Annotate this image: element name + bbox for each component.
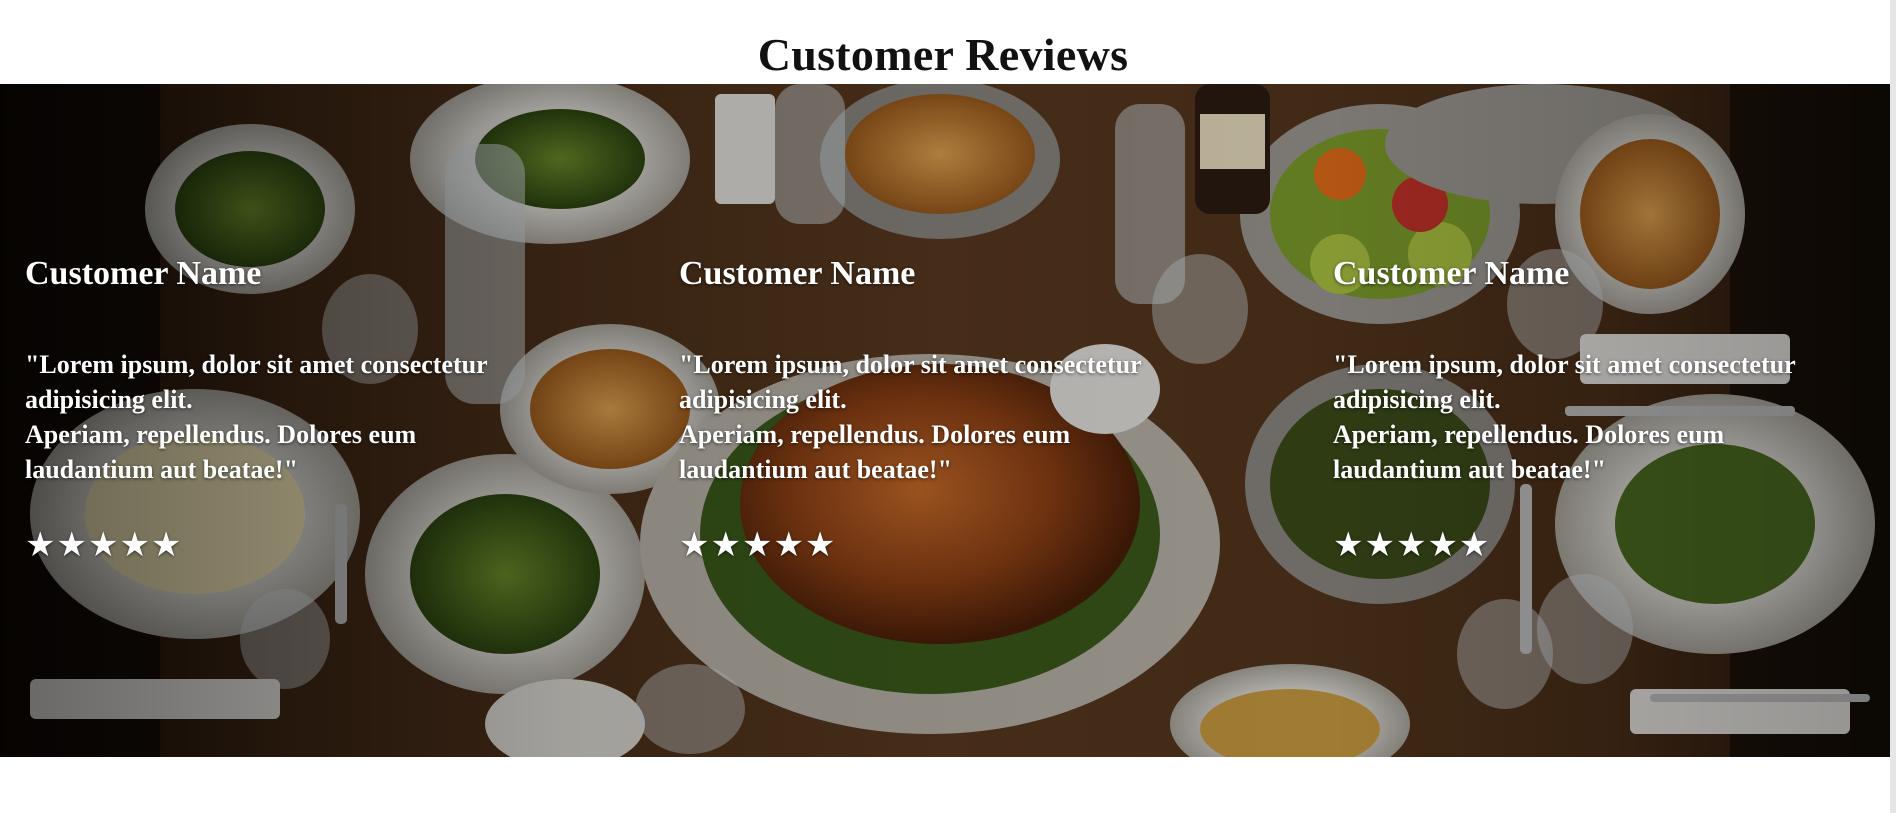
customer-name: Customer Name xyxy=(25,255,262,292)
review-quote-line: Aperiam, repellendus. Dolores eum laudan… xyxy=(1333,420,1725,484)
review-quote: "Lorem ipsum, dolor sit amet consectetur… xyxy=(25,347,535,487)
review-quote-line: "Lorem ipsum, dolor sit amet consectetur… xyxy=(25,350,488,414)
review-quote-line: "Lorem ipsum, dolor sit amet consectetur… xyxy=(1333,350,1796,414)
customer-name: Customer Name xyxy=(679,255,916,292)
page-scrollbar[interactable] xyxy=(1890,0,1896,813)
review-card: Customer Name "Lorem ipsum, dolor sit am… xyxy=(1333,254,1843,565)
review-quote-line: Aperiam, repellendus. Dolores eum laudan… xyxy=(25,420,417,484)
star-rating: ★★★★★ xyxy=(25,525,183,565)
star-rating: ★★★★★ xyxy=(679,525,837,565)
review-quote: "Lorem ipsum, dolor sit amet consectetur… xyxy=(679,347,1189,487)
review-quote: "Lorem ipsum, dolor sit amet consectetur… xyxy=(1333,347,1843,487)
review-card: Customer Name "Lorem ipsum, dolor sit am… xyxy=(679,254,1189,565)
page-title: Customer Reviews xyxy=(757,29,1129,80)
reviews-banner: Customer Name "Lorem ipsum, dolor sit am… xyxy=(0,84,1890,757)
review-quote-line: "Lorem ipsum, dolor sit amet consectetur… xyxy=(679,350,1142,414)
star-rating: ★★★★★ xyxy=(1333,525,1491,565)
customer-name: Customer Name xyxy=(1333,255,1570,292)
review-quote-line: Aperiam, repellendus. Dolores eum laudan… xyxy=(679,420,1071,484)
review-card: Customer Name "Lorem ipsum, dolor sit am… xyxy=(25,254,535,565)
